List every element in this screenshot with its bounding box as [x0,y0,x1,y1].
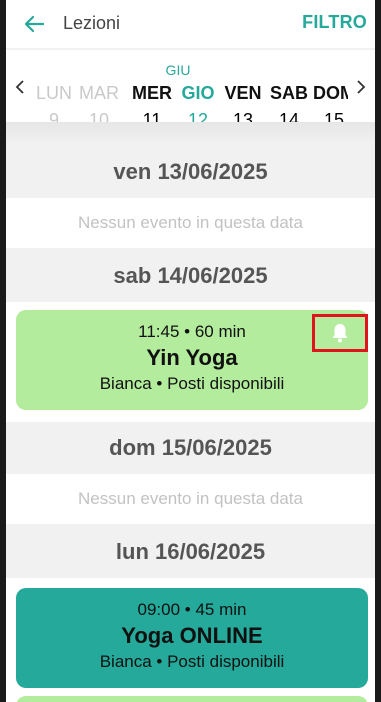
days-strip: LUN 9 MAR 10 MER 11 GIO 12 VEN 13 SAB 14 [36,82,348,122]
day-name: LUN [36,83,72,103]
week-selector: GIU LUN 9 MAR 10 MER 11 GIO 12 VEN 13 SA… [6,50,375,122]
day-name: VEN [224,83,262,103]
event-time: 09:00 • 45 min [137,600,247,619]
day-date: 9 [48,110,59,122]
day-date: 12 [187,110,209,122]
app-bar: Lezioni FILTRO [6,0,375,48]
day-name: MAR [79,83,119,103]
event-meta: Bianca • Posti disponibili [99,374,285,393]
day-date: 15 [323,110,345,122]
arrow-left-icon [24,15,44,33]
filter-button[interactable]: FILTRO [302,12,367,33]
event-card-yin-yoga[interactable]: 11:45 • 60 min Yin Yoga Bianca • Posti d… [16,310,368,410]
month-label: GIU [165,62,191,78]
screen: Lezioni FILTRO GIU LUN 9 MAR 10 MER 11 G… [6,0,375,702]
day-date: 14 [278,110,300,122]
empty-day-message: Nessun evento in questa data [6,474,375,524]
day-sun[interactable]: DOM 15 [310,82,348,122]
day-thu[interactable]: GIO 12 [174,82,222,122]
event-card-yoga-online[interactable]: 09:00 • 45 min Yoga ONLINE Bianca • Post… [16,588,368,688]
day-name: SAB [269,83,308,103]
day-name: GIO [181,83,215,103]
day-name: MER [132,83,172,103]
divider [6,122,375,144]
day-date: 13 [232,110,254,122]
day-sat[interactable]: SAB 14 [265,82,313,122]
date-header-sun: dom 15/06/2025 [6,422,375,474]
page-title: Lezioni [63,13,121,33]
prev-week-button[interactable] [10,77,30,97]
chevron-right-icon [357,80,366,94]
day-date: 11 [142,110,162,122]
event-name: Yoga ONLINE [121,623,263,648]
back-button[interactable] [20,10,48,38]
date-header-fri: ven 13/06/2025 [6,146,375,198]
day-tue[interactable]: MAR 10 [75,82,123,122]
day-name: DOM [313,83,348,103]
day-fri[interactable]: VEN 13 [219,82,267,122]
day-wed[interactable]: MER 11 [128,82,176,122]
day-date: 10 [88,110,110,122]
next-week-button[interactable] [351,77,371,97]
bell-icon [332,324,348,343]
date-header-mon: lun 16/06/2025 [6,526,375,578]
event-card-partial[interactable] [16,696,368,702]
empty-day-message: Nessun evento in questa data [6,198,375,248]
chevron-left-icon [15,80,24,94]
day-mon[interactable]: LUN 9 [36,82,78,122]
notify-button[interactable] [312,314,368,352]
event-meta: Bianca • Posti disponibili [99,652,285,671]
date-header-sat: sab 14/06/2025 [6,250,375,302]
